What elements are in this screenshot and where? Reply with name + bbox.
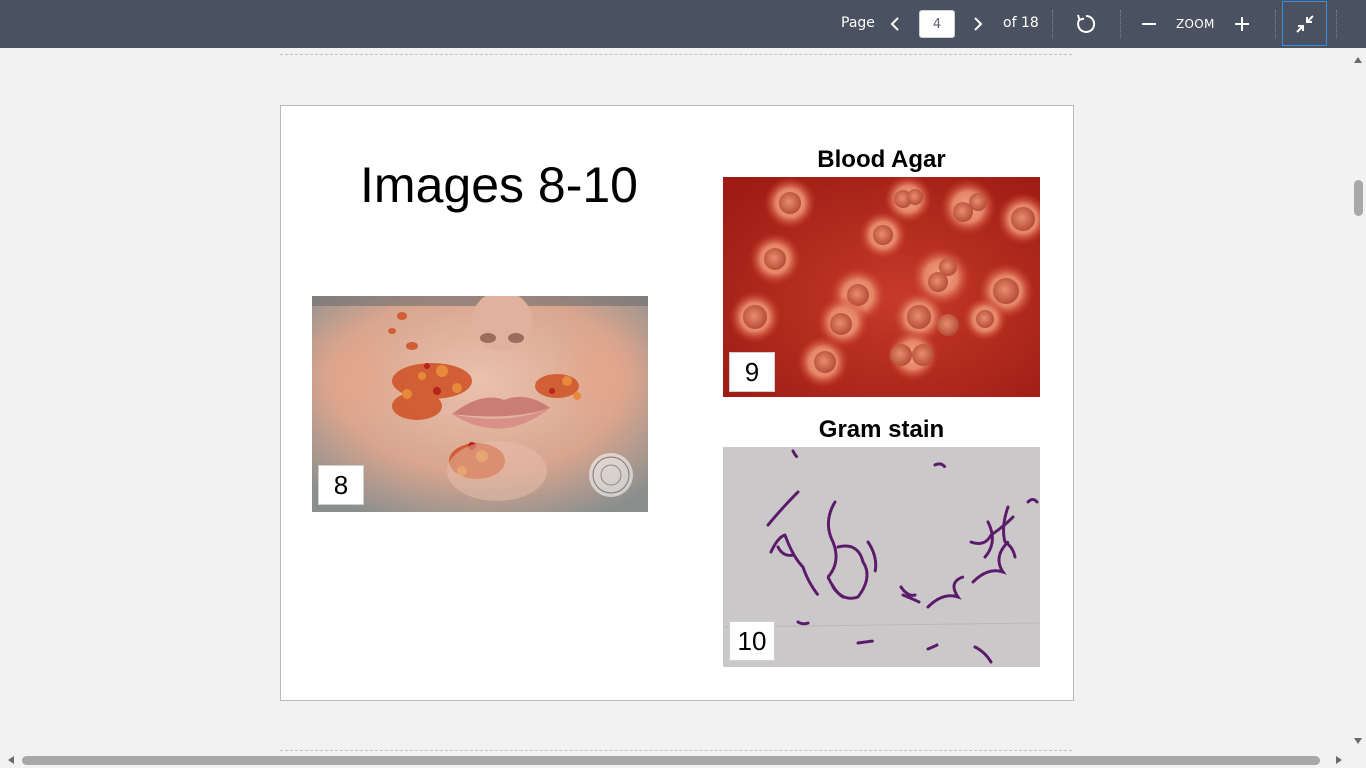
plus-icon [1235, 17, 1249, 31]
scroll-down-arrow-icon[interactable] [1354, 738, 1362, 744]
chevron-right-icon [974, 17, 983, 31]
blood-agar-caption: Blood Agar [817, 146, 946, 173]
vertical-scroll-thumb[interactable] [1354, 180, 1363, 216]
viewer-toolbar: Page of 18 ZOOM [0, 0, 1366, 48]
toolbar-divider [1120, 10, 1121, 38]
document-page: Images 8-10 8 Blood Agar 9 Gram stain 10 [280, 105, 1074, 701]
horizontal-scroll-thumb[interactable] [22, 756, 1320, 765]
toolbar-divider [1275, 10, 1276, 38]
zoom-label: ZOOM [1176, 17, 1215, 31]
page-label: Page [841, 15, 875, 31]
exit-fullscreen-icon [1295, 14, 1314, 33]
chevron-left-icon [890, 17, 899, 31]
zoom-in-button[interactable] [1226, 8, 1258, 40]
rotate-icon [1077, 14, 1096, 33]
vertical-scrollbar[interactable] [1350, 48, 1366, 752]
rotate-button[interactable] [1070, 8, 1102, 40]
page-number-input[interactable] [919, 10, 955, 38]
gram-stain-caption: Gram stain [818, 416, 945, 443]
image-number-8: 8 [318, 465, 364, 505]
toolbar-divider [1052, 10, 1053, 38]
blood-agar-photo: 9 [723, 177, 1040, 397]
page-break-bottom [280, 750, 1072, 751]
scroll-right-arrow-icon[interactable] [1336, 756, 1342, 764]
impetigo-photo: 8 [312, 296, 648, 512]
gram-stain-photo: 10 [723, 447, 1040, 667]
image-number-10: 10 [729, 621, 775, 661]
minus-icon [1142, 23, 1156, 25]
image-number-9: 9 [729, 352, 775, 392]
previous-page-button[interactable] [879, 8, 911, 40]
page-count: of 18 [1003, 15, 1039, 31]
page-break-top [280, 54, 1072, 55]
scroll-up-arrow-icon[interactable] [1354, 57, 1362, 63]
exit-fullscreen-button[interactable] [1282, 1, 1327, 46]
scroll-left-arrow-icon[interactable] [8, 756, 14, 764]
zoom-out-button[interactable] [1133, 8, 1165, 40]
toolbar-divider [1336, 10, 1337, 38]
slide-title: Images 8-10 [360, 157, 638, 213]
next-page-button[interactable] [962, 8, 994, 40]
